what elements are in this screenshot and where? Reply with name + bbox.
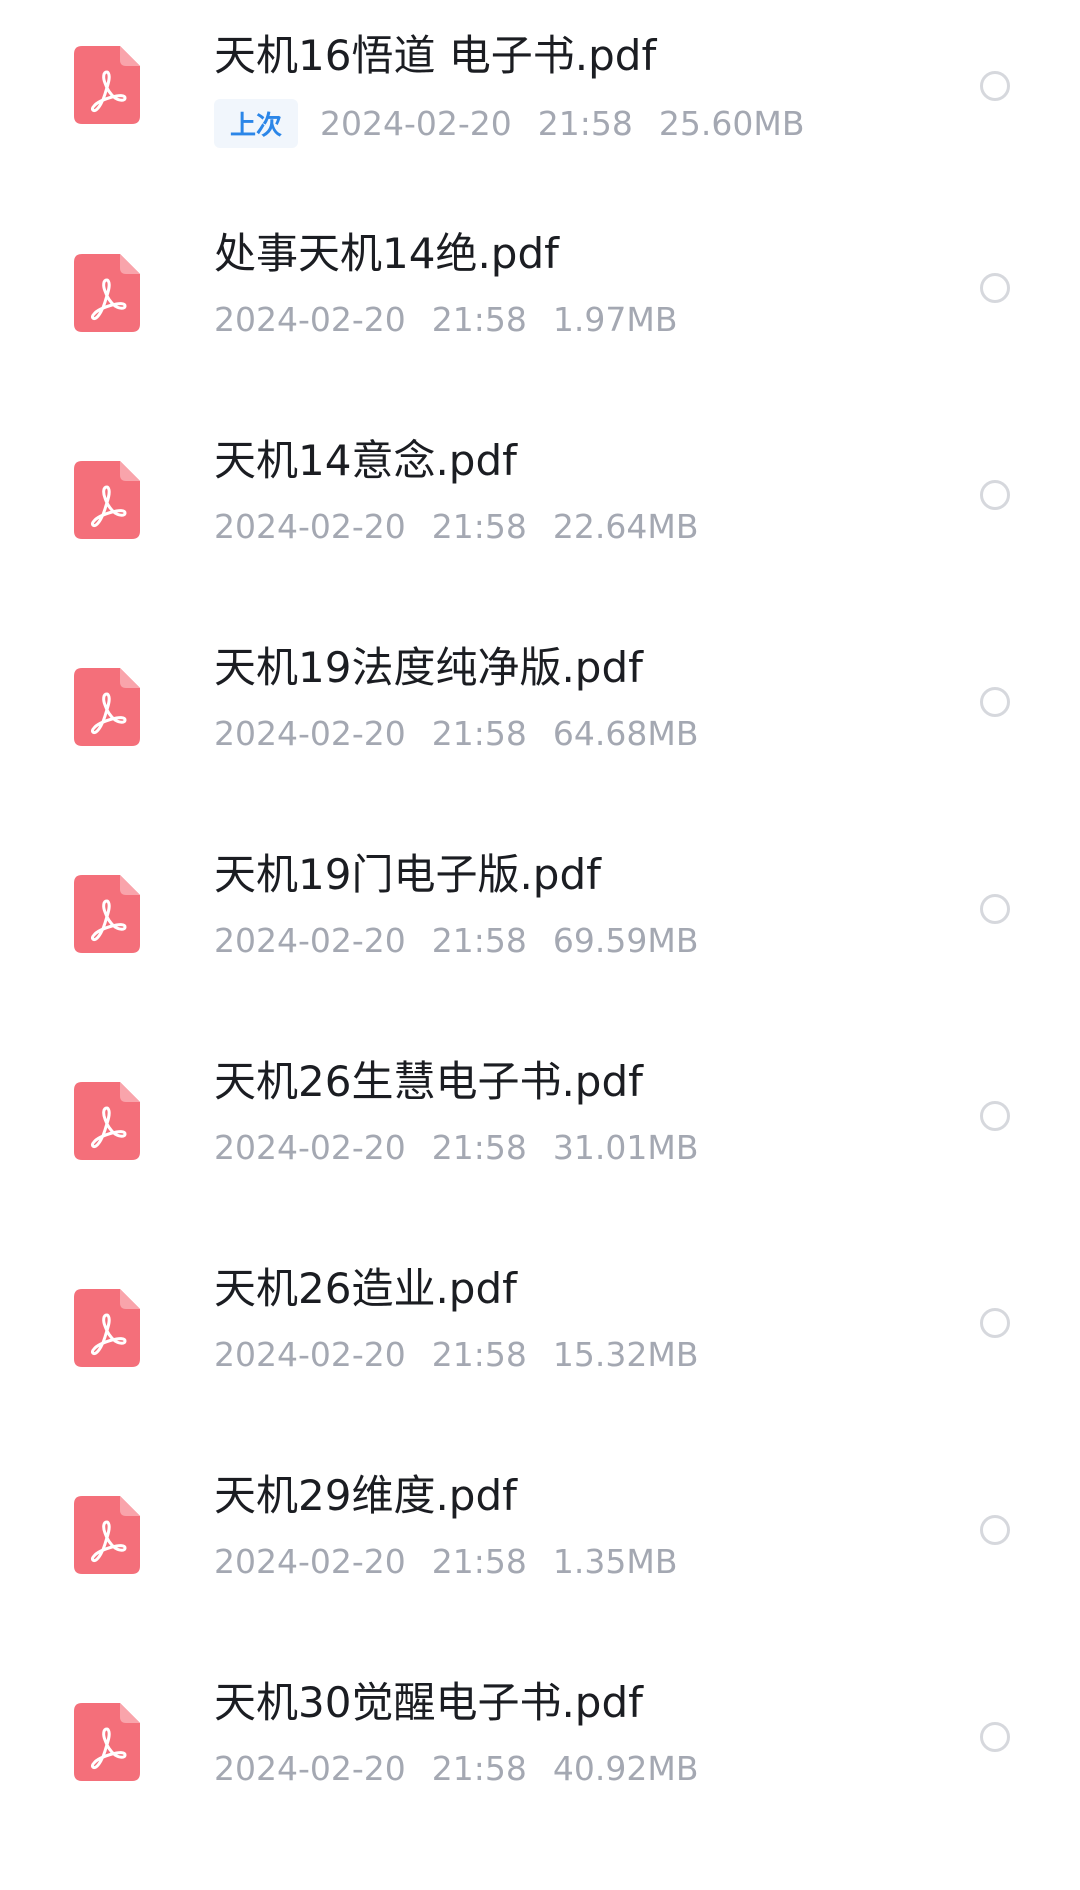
file-list-item[interactable]: 天机19法度纯净版.pdf 2024-02-20 21:58 64.68MB (0, 602, 1080, 809)
file-name: 处事天机14绝.pdf (214, 229, 559, 278)
file-name: 天机26生慧电子书.pdf (214, 1057, 643, 1106)
file-name: 天机26造业.pdf (214, 1264, 517, 1313)
file-size: 31.01MB (552, 1127, 699, 1167)
file-size: 64.68MB (552, 713, 699, 753)
file-date: 2024-02-20 (214, 1334, 406, 1374)
file-list-item[interactable]: 天机26生慧电子书.pdf 2024-02-20 21:58 31.01MB (0, 1016, 1080, 1223)
file-date: 2024-02-20 (214, 506, 406, 546)
pdf-file-icon (74, 46, 140, 124)
file-list-item[interactable]: 处事天机14绝.pdf 2024-02-20 21:58 1.97MB (0, 188, 1080, 395)
file-list: 天机16悟道 电子书.pdf 上次 2024-02-20 21:58 25.60… (0, 0, 1080, 1890)
file-meta: 2024-02-20 21:58 22.64MB (214, 501, 724, 551)
pdf-file-icon (74, 1496, 140, 1574)
select-radio-icon[interactable] (980, 687, 1010, 717)
pdf-file-icon (74, 1703, 140, 1781)
file-meta: 2024-02-20 21:58 64.68MB (214, 708, 724, 758)
file-time: 21:58 (431, 1541, 527, 1581)
file-list-item[interactable]: 天机26造业.pdf 2024-02-20 21:58 15.32MB (0, 1223, 1080, 1430)
select-radio-icon[interactable] (980, 71, 1010, 101)
pdf-file-icon (74, 1289, 140, 1367)
file-size: 1.97MB (552, 299, 678, 339)
select-radio-icon[interactable] (980, 894, 1010, 924)
pdf-file-icon (74, 461, 140, 539)
file-meta: 2024-02-20 21:58 15.32MB (214, 1329, 724, 1379)
file-size: 1.35MB (552, 1541, 678, 1581)
file-list-item[interactable]: 天机29维度.pdf 2024-02-20 21:58 1.35MB (0, 1430, 1080, 1637)
file-meta: 2024-02-20 21:58 1.97MB (214, 294, 703, 344)
file-name: 天机19门电子版.pdf (214, 850, 601, 899)
file-date: 2024-02-20 (214, 1541, 406, 1581)
select-radio-icon[interactable] (980, 480, 1010, 510)
file-size: 15.32MB (552, 1334, 699, 1374)
select-radio-icon[interactable] (980, 1515, 1010, 1545)
file-time: 21:58 (431, 1334, 527, 1374)
file-size: 22.64MB (552, 506, 699, 546)
file-meta: 2024-02-20 21:58 69.59MB (214, 915, 724, 965)
file-size: 69.59MB (552, 920, 699, 960)
file-time: 21:58 (431, 1748, 527, 1788)
file-time: 21:58 (431, 920, 527, 960)
file-meta: 上次 2024-02-20 21:58 25.60MB (214, 98, 831, 148)
select-radio-icon[interactable] (980, 1101, 1010, 1131)
file-name: 天机29维度.pdf (214, 1471, 517, 1520)
file-list-item[interactable]: 天机30觉醒电子书.pdf 2024-02-20 21:58 40.92MB (0, 1637, 1080, 1844)
file-time: 21:58 (431, 299, 527, 339)
file-name: 天机14意念.pdf (214, 436, 517, 485)
file-meta: 2024-02-20 21:58 40.92MB (214, 1743, 724, 1793)
file-list-item[interactable]: 天机14意念.pdf 2024-02-20 21:58 22.64MB (0, 395, 1080, 602)
select-radio-icon[interactable] (980, 1722, 1010, 1752)
file-list-item[interactable]: 天机16悟道 电子书.pdf 上次 2024-02-20 21:58 25.60… (0, 0, 1080, 188)
pdf-file-icon (74, 875, 140, 953)
file-date: 2024-02-20 (214, 1127, 406, 1167)
file-meta: 2024-02-20 21:58 1.35MB (214, 1536, 703, 1586)
select-radio-icon[interactable] (980, 1308, 1010, 1338)
file-meta: 2024-02-20 21:58 31.01MB (214, 1122, 724, 1172)
file-list-item[interactable]: 天机19门电子版.pdf 2024-02-20 21:58 69.59MB (0, 809, 1080, 1016)
select-radio-icon[interactable] (980, 273, 1010, 303)
pdf-file-icon (74, 1082, 140, 1160)
file-time: 21:58 (431, 506, 527, 546)
file-date: 2024-02-20 (214, 1748, 406, 1788)
pdf-file-icon (74, 254, 140, 332)
file-size: 40.92MB (552, 1748, 699, 1788)
file-time: 21:58 (431, 1127, 527, 1167)
last-opened-badge: 上次 (214, 98, 299, 148)
file-time: 21:58 (431, 713, 527, 753)
file-date: 2024-02-20 (214, 920, 406, 960)
file-date: 2024-02-20 (320, 103, 512, 143)
pdf-file-icon (74, 668, 140, 746)
file-name: 天机19法度纯净版.pdf (214, 643, 643, 692)
file-name: 天机30觉醒电子书.pdf (214, 1678, 643, 1727)
file-date: 2024-02-20 (214, 299, 406, 339)
file-size: 25.60MB (658, 103, 805, 143)
file-date: 2024-02-20 (214, 713, 406, 753)
file-name: 天机16悟道 电子书.pdf (214, 31, 657, 80)
file-time: 21:58 (537, 103, 633, 143)
